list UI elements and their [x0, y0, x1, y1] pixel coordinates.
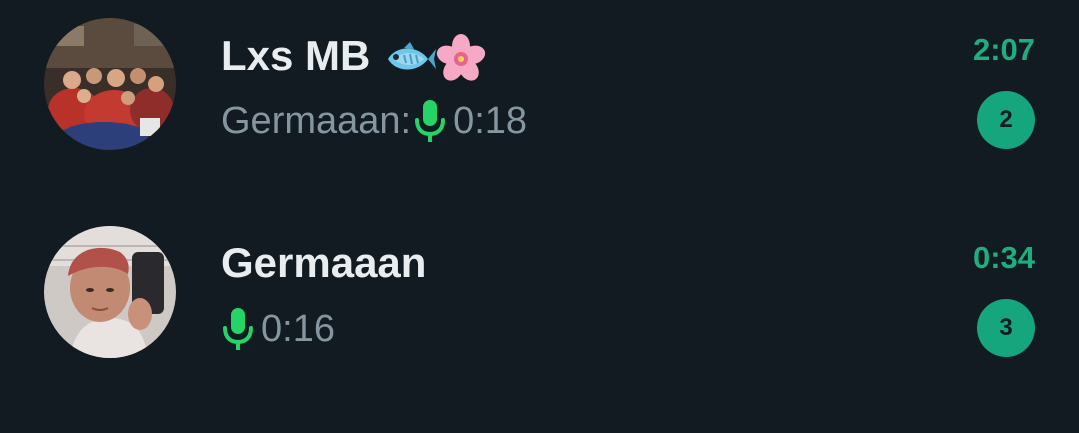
- group-avatar[interactable]: [44, 18, 176, 150]
- unread-count-badge: 2: [977, 91, 1035, 149]
- microphone-icon: [415, 100, 446, 142]
- contact-avatar[interactable]: [44, 226, 176, 358]
- chat-timestamp: 2:07: [972, 32, 1035, 67]
- voice-duration: 0:16: [261, 308, 335, 350]
- chat-timestamp: 0:34: [972, 240, 1035, 275]
- name-emojis: [384, 34, 486, 84]
- chat-list-item-lxs-mb[interactable]: Lxs MB Germaaan: 0:18 2:07 2: [0, 0, 1079, 190]
- group-photo-image: [44, 18, 176, 150]
- sender-name: Germaaan:: [221, 100, 412, 142]
- chat-name: Lxs MB: [221, 34, 486, 84]
- fish-emoji-icon: [388, 42, 437, 70]
- chat-name: Germaaan: [221, 239, 427, 286]
- cherry-blossom-emoji-icon: [437, 34, 486, 81]
- voice-duration: 0:18: [453, 100, 528, 142]
- chat-list-item-germaaan[interactable]: Germaaan 0:16 0:34 3: [0, 208, 1079, 398]
- message-preview: 0:16: [221, 306, 335, 352]
- microphone-icon: [223, 308, 253, 350]
- chat-name-text: Lxs MB: [221, 32, 371, 80]
- profile-photo-image: [44, 226, 176, 358]
- unread-count-badge: 3: [977, 299, 1035, 357]
- message-preview: Germaaan: 0:18: [221, 98, 527, 144]
